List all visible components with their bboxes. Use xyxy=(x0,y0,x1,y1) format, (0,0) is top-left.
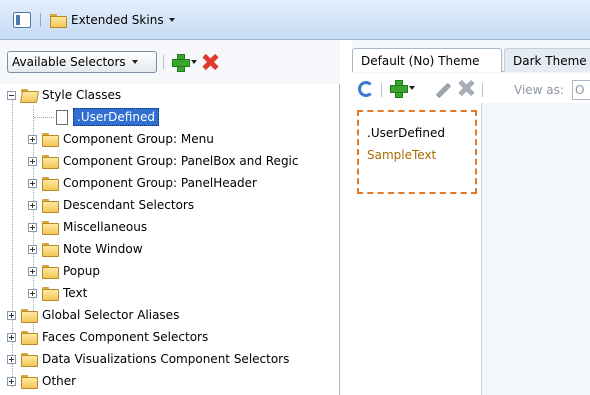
expand-icon[interactable] xyxy=(28,222,37,232)
tree-node[interactable]: Component Group: PanelHeader xyxy=(28,172,257,194)
tab-label: Dark Theme xyxy=(513,53,587,68)
extended-skins-label: Extended Skins xyxy=(71,13,164,27)
folder-icon xyxy=(42,199,59,213)
tree-node-label: Global Selector Aliases xyxy=(42,308,180,322)
view-as-select[interactable]: O xyxy=(572,80,590,100)
tree-node[interactable]: Data Visualizations Component Selectors xyxy=(7,348,289,370)
tree-node-label: .UserDefined xyxy=(73,108,159,126)
tab-default-theme[interactable]: Default (No) Theme xyxy=(352,48,502,72)
expand-icon[interactable] xyxy=(28,178,37,188)
tab-dark-theme[interactable]: Dark Theme xyxy=(504,48,590,72)
tree-node[interactable]: Global Selector Aliases xyxy=(7,304,179,326)
expand-icon[interactable] xyxy=(7,332,16,342)
tree-node-label: Component Group: PanelHeader xyxy=(63,176,257,190)
tree-node-userdefined[interactable]: .UserDefined xyxy=(56,106,159,128)
expand-icon[interactable] xyxy=(28,134,37,144)
folder-icon xyxy=(50,14,67,28)
preview-background xyxy=(482,103,590,395)
folder-icon xyxy=(42,177,59,191)
tree-node[interactable]: Faces Component Selectors xyxy=(7,326,208,348)
selector-tree: Style Classes .UserDefined Component Gro… xyxy=(0,84,340,395)
expand-icon[interactable] xyxy=(7,376,16,386)
selectors-toolbar: Available Selectors xyxy=(0,40,340,84)
folder-icon xyxy=(21,375,38,389)
expand-icon[interactable] xyxy=(28,200,37,210)
view-as-label: View as: xyxy=(514,83,564,97)
tree-node-label: Other xyxy=(42,374,77,388)
tree-node[interactable]: Text xyxy=(28,282,87,304)
folder-icon xyxy=(42,133,59,147)
tree-node-label: Text xyxy=(63,286,88,300)
tree-node[interactable]: Other xyxy=(7,370,76,392)
tree-node[interactable]: Miscellaneous xyxy=(28,216,147,238)
folder-icon xyxy=(42,287,59,301)
tab-label: Default (No) Theme xyxy=(361,53,480,68)
folder-icon xyxy=(42,265,59,279)
extended-skins-menu[interactable]: Extended Skins xyxy=(50,10,175,30)
preview-sample-text: SampleText xyxy=(367,148,437,162)
toolbar-separator xyxy=(381,83,382,97)
tree-node[interactable]: Popup xyxy=(28,260,100,282)
chevron-down-icon xyxy=(168,18,175,22)
tree-node[interactable]: Descendant Selectors xyxy=(28,194,194,216)
chevron-down-icon xyxy=(131,60,138,64)
expand-icon[interactable] xyxy=(28,156,37,166)
expand-icon[interactable] xyxy=(28,244,37,254)
tree-node[interactable]: Component Group: PanelBox and Regic xyxy=(28,150,299,172)
tree-node-label: Descendant Selectors xyxy=(63,198,195,212)
refresh-icon[interactable] xyxy=(358,81,374,97)
open-folder-icon xyxy=(21,89,37,101)
tree-node-style-classes[interactable]: Style Classes xyxy=(7,84,121,106)
toolbar-separator xyxy=(163,55,164,69)
tree-node[interactable]: Component Group: Menu xyxy=(28,128,214,150)
tree-node-label: Data Visualizations Component Selectors xyxy=(42,352,290,366)
main-toolbar: Extended Skins xyxy=(0,0,590,40)
expand-icon[interactable] xyxy=(7,310,16,320)
preview-selector-name: .UserDefined xyxy=(367,126,445,140)
tree-node-label: Component Group: Menu xyxy=(63,132,214,146)
preview-canvas: .UserDefined SampleText xyxy=(352,103,482,395)
toolbar-separator xyxy=(40,13,41,27)
available-selectors-dropdown[interactable]: Available Selectors xyxy=(7,51,157,73)
theme-tabs: Default (No) Theme Dark Theme xyxy=(352,48,590,72)
folder-icon xyxy=(21,331,38,345)
add-chevron-down-icon[interactable] xyxy=(409,86,415,90)
folder-icon xyxy=(42,243,59,257)
folder-icon xyxy=(21,309,38,323)
tree-node-label: Faces Component Selectors xyxy=(42,330,209,344)
toolbar-separator xyxy=(482,83,483,97)
tree-node[interactable]: Note Window xyxy=(28,238,143,260)
folder-icon xyxy=(42,221,59,235)
selectors-panel: Available Selectors Style Classes .UserD… xyxy=(0,40,340,395)
tree-node-label: Miscellaneous xyxy=(63,220,148,234)
document-icon xyxy=(56,109,68,125)
theme-preview-panel: Default (No) Theme Dark Theme View as: O… xyxy=(352,40,590,395)
expand-icon[interactable] xyxy=(7,354,16,364)
tree-node-label: Component Group: PanelBox and Regic xyxy=(63,154,299,168)
folder-icon xyxy=(21,353,38,367)
dropdown-value: Available Selectors xyxy=(12,55,126,69)
expand-icon[interactable] xyxy=(28,266,37,276)
tree-node-label: Style Classes xyxy=(42,88,122,102)
delete-icon[interactable] xyxy=(458,80,474,96)
delete-selector-icon[interactable] xyxy=(202,54,218,70)
preview-toolbar: View as: O xyxy=(352,73,590,103)
add-chevron-down-icon[interactable] xyxy=(191,60,197,64)
expand-icon[interactable] xyxy=(28,288,37,298)
add-property-icon[interactable] xyxy=(390,80,408,98)
collapse-icon[interactable] xyxy=(7,90,16,100)
layout-toggle-icon[interactable] xyxy=(13,12,31,28)
folder-icon xyxy=(42,155,59,169)
edit-icon[interactable] xyxy=(435,82,452,99)
add-selector-icon[interactable] xyxy=(172,54,190,72)
tree-node-label: Note Window xyxy=(63,242,143,256)
tree-node-label: Popup xyxy=(63,264,100,278)
